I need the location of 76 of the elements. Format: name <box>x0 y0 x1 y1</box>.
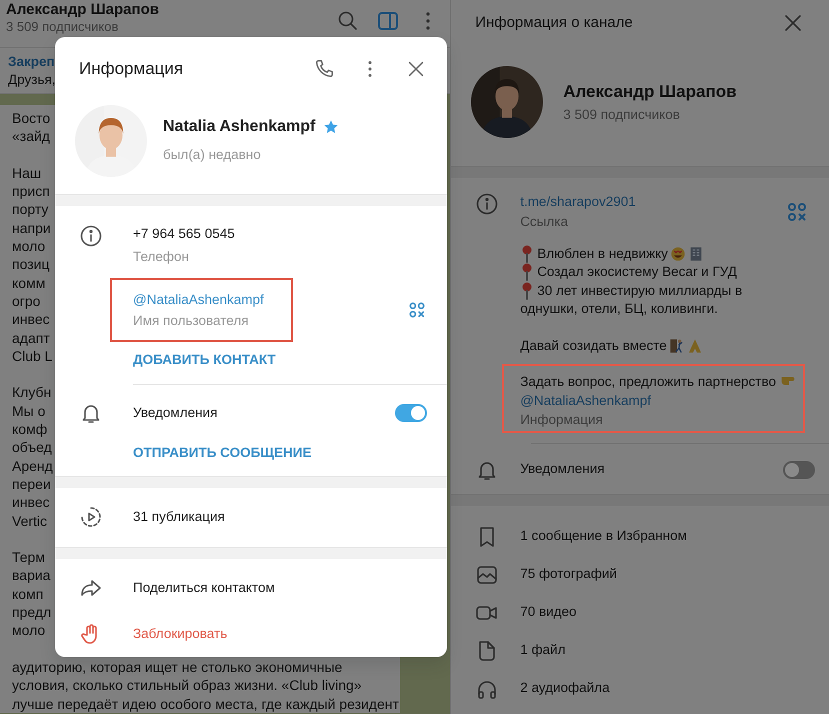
description-text: Задать вопрос, предложить партнерство <box>520 374 776 388</box>
building-icon <box>688 246 704 262</box>
panel-title: Информация о канале <box>475 12 633 33</box>
send-message-link[interactable]: ОТПРАВИТЬ СООБЩЕНИЕ <box>133 443 312 464</box>
smiley-icon <box>670 246 686 262</box>
chat-title: Александр Шарапов <box>6 1 159 19</box>
message-text: Восто <box>12 109 50 128</box>
media-item[interactable]: 1 файл <box>451 632 829 670</box>
message-text: «зайд <box>12 127 50 146</box>
status-text: был(а) недавно <box>163 146 262 164</box>
qr-code-icon[interactable] <box>407 300 427 320</box>
message-text: огро <box>12 292 40 310</box>
message-text: вариа <box>12 566 50 585</box>
description-text: 30 лет инвестирую миллиарды в <box>537 282 742 300</box>
info-icon <box>475 192 500 216</box>
message-text: инвес <box>12 310 50 329</box>
field-caption: Телефон <box>133 248 190 266</box>
message-text: Терм <box>12 548 45 566</box>
notifications-label: Уведомления <box>520 460 606 478</box>
description-text: однушки, отели, БЦ, коливинги. <box>520 300 718 318</box>
message-text: Наш <box>12 164 42 182</box>
add-contact-link[interactable]: ДОБАВИТЬ КОНТАКТ <box>133 350 276 370</box>
toggle-switch[interactable] <box>395 404 427 422</box>
contact-name: Natalia Ashenkampf <box>163 117 316 138</box>
message-text: комм <box>12 274 46 292</box>
message-text: комф <box>12 420 48 438</box>
block-item[interactable]: Заблокировать <box>55 611 447 657</box>
media-item[interactable]: 70 видео <box>451 594 829 632</box>
field-caption: Ссылка <box>520 213 569 232</box>
message-text: предл <box>12 603 52 622</box>
message-text: Аренд <box>12 456 53 475</box>
media-item[interactable]: 75 фотографий <box>451 556 829 594</box>
field-caption: Имя пользователя <box>133 312 250 330</box>
info-icon <box>79 224 103 248</box>
username-link[interactable]: @NataliaAshenkampf <box>133 289 264 310</box>
description-text: Влюблен в недвижку <box>537 244 668 263</box>
field-caption: Информация <box>520 410 604 428</box>
message-text: аудиторию, которая ищет не столько экономичные <box>12 658 342 676</box>
message-text: позиц <box>12 255 50 274</box>
message-text: лучше передаёт идею особого места, где каждый резидент <box>12 694 399 713</box>
subscriber-count: 3 509 подписчиков <box>6 20 118 34</box>
message-text: моло <box>12 237 46 256</box>
sidebar-toggle-icon[interactable] <box>376 9 400 33</box>
message-text: порту <box>12 200 48 219</box>
share-item[interactable]: Поделиться контактом <box>55 565 447 611</box>
message-text: инвес <box>12 493 50 512</box>
message-text: объед <box>12 438 52 457</box>
stories-icon <box>79 505 103 530</box>
dialog-title: Информация <box>79 58 184 80</box>
message-text: присп <box>12 182 50 200</box>
message-text: условия, сколько стильный образ жизни. «Club living» <box>12 676 362 694</box>
phone-number: +7 964 565 0545 <box>133 224 235 243</box>
media-item[interactable]: 2 аудиофайла <box>451 670 829 708</box>
toggle-switch[interactable] <box>783 460 815 478</box>
channel-name: Александр Шарапов <box>563 81 737 104</box>
message-text: моло <box>12 621 46 640</box>
message-text: комп <box>12 584 44 604</box>
message-text: Club L <box>12 346 52 366</box>
message-text: Клубн <box>12 383 52 402</box>
subscriber-count: 3 509 подписчиков <box>563 106 681 124</box>
phone-icon[interactable] <box>313 58 335 80</box>
media-item[interactable]: 1 сообщение в Избранном <box>451 518 829 556</box>
description-text: Давай созидать вместе <box>520 337 667 355</box>
message-text: Мы о <box>12 402 46 420</box>
message-text: Vertic <box>12 512 48 530</box>
posts-item[interactable]: 31 публикация <box>55 488 447 547</box>
channel-link[interactable]: t.me/sharapov2901 <box>520 192 636 212</box>
notifications-label: Уведомления <box>133 404 218 422</box>
message-text: переи <box>12 474 51 494</box>
pinned-text[interactable]: Друзья, <box>8 71 56 89</box>
description-text: Создал экосистему Becar и ГУД <box>537 263 737 281</box>
message-text: адапт <box>12 328 50 347</box>
climber-icon <box>668 338 685 354</box>
username-link[interactable]: @NataliaAshenkampf <box>520 390 651 410</box>
pinned-label[interactable]: Закреп <box>8 53 55 71</box>
message-text: напри <box>12 218 51 238</box>
